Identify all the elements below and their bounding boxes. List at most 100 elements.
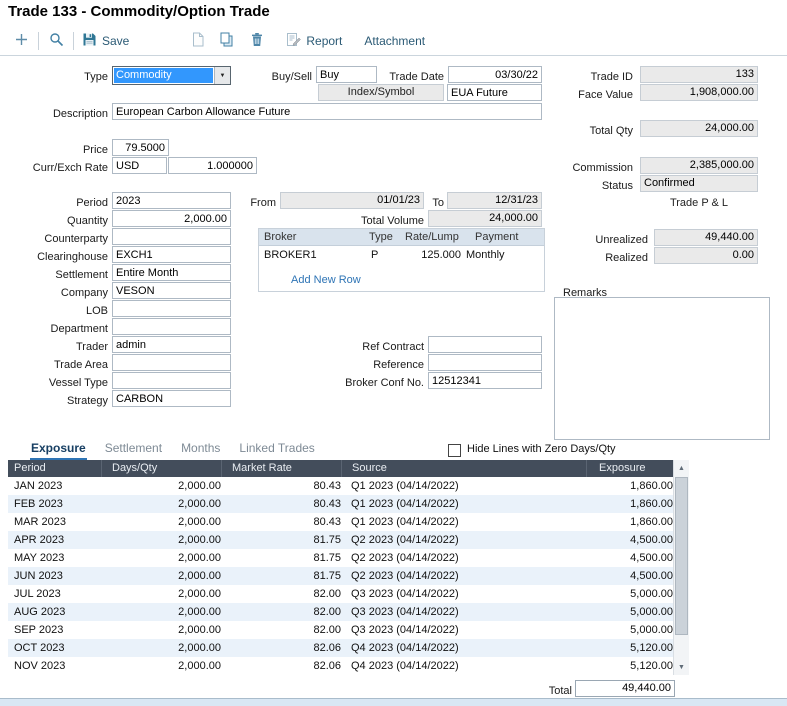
attachment-button[interactable]: Attachment	[362, 34, 427, 48]
exposure-cell-source: Q2 2023 (04/14/2022)	[351, 567, 581, 585]
remarks-textarea[interactable]	[554, 297, 770, 440]
settlement-field[interactable]	[112, 264, 231, 281]
exposure-row[interactable]: OCT 20232,000.0082.06Q4 2023 (04/14/2022…	[8, 639, 689, 657]
scroll-down-arrow-icon[interactable]: ▼	[674, 659, 689, 675]
exposure-cell-period: APR 2023	[14, 531, 100, 549]
tab-linked-trades[interactable]: Linked Trades	[238, 441, 315, 461]
exposure-cell-days: 2,000.00	[105, 567, 221, 585]
clearinghouse-field[interactable]	[112, 246, 231, 263]
ref-contract-field[interactable]	[428, 336, 542, 353]
attachment-label: Attachment	[364, 34, 425, 48]
realized-field: 0.00	[654, 247, 758, 264]
exposure-cell-source: Q3 2023 (04/14/2022)	[351, 585, 581, 603]
delete-button[interactable]	[246, 30, 268, 52]
lob-field[interactable]	[112, 300, 231, 317]
exposure-row[interactable]: MAR 20232,000.0080.43Q1 2023 (04/14/2022…	[8, 513, 689, 531]
exposure-row[interactable]: FEB 20232,000.0080.43Q1 2023 (04/14/2022…	[8, 495, 689, 513]
exposure-cell-period: MAR 2023	[14, 513, 100, 531]
broker-conf-no-field[interactable]	[428, 372, 542, 389]
report-button[interactable]: Report	[284, 32, 344, 50]
broker-column-header: Broker	[264, 229, 296, 245]
trade-form-window: Trade 133 - Commodity/Option Trade Save …	[0, 0, 787, 706]
exposure-cell-period: SEP 2023	[14, 621, 100, 639]
currency-field[interactable]	[112, 157, 167, 174]
total-qty-label: Total Qty	[560, 123, 633, 140]
trade-area-field[interactable]	[112, 354, 231, 371]
vessel-type-field[interactable]	[112, 372, 231, 389]
buy-sell-field[interactable]	[316, 66, 377, 83]
exposure-cell-rate: 81.75	[227, 567, 341, 585]
exposure-row[interactable]: MAY 20232,000.0081.75Q2 2023 (04/14/2022…	[8, 549, 689, 567]
company-field[interactable]	[112, 282, 231, 299]
exposure-cell-period: JUL 2023	[14, 585, 100, 603]
exposure-cell-exposure: 5,120.00	[568, 639, 673, 657]
exposure-cell-days: 2,000.00	[105, 549, 221, 567]
exposure-cell-exposure: 4,500.00	[568, 531, 673, 549]
index-symbol-field[interactable]	[447, 84, 542, 101]
type-label: Type	[8, 69, 108, 86]
exposure-row[interactable]: AUG 20232,000.0082.00Q3 2023 (04/14/2022…	[8, 603, 689, 621]
exposure-cell-days: 2,000.00	[105, 513, 221, 531]
new-document-button[interactable]	[187, 30, 209, 52]
price-field[interactable]	[112, 139, 169, 156]
reference-label: Reference	[340, 357, 424, 374]
rate-lump-column-header: Rate/Lump	[405, 229, 459, 245]
counterparty-field[interactable]	[112, 228, 231, 245]
exch-rate-field[interactable]	[168, 157, 257, 174]
add-new-row-link[interactable]: Add New Row	[291, 274, 361, 286]
exposure-cell-rate: 80.43	[227, 477, 341, 495]
toolbar: Save Report Attachment	[0, 27, 787, 54]
chevron-down-icon[interactable]: ▼	[214, 67, 230, 84]
strategy-field[interactable]	[112, 390, 231, 407]
exposure-cell-period: FEB 2023	[14, 495, 100, 513]
period-field[interactable]	[112, 192, 231, 209]
table-scrollbar[interactable]: ▲ ▼	[673, 460, 689, 675]
exposure-table-body: JAN 20232,000.0080.43Q1 2023 (04/14/2022…	[8, 477, 689, 675]
trader-field[interactable]	[112, 336, 231, 353]
exposure-row[interactable]: NOV 20232,000.0082.06Q4 2023 (04/14/2022…	[8, 657, 689, 675]
tab-bar: Exposure Settlement Months Linked Trades	[30, 441, 316, 461]
exposure-cell-exposure: 1,860.00	[568, 495, 673, 513]
exposure-cell-exposure: 5,000.00	[568, 621, 673, 639]
period-label: Period	[8, 195, 108, 212]
exposure-row[interactable]: SEP 20232,000.0082.00Q3 2023 (04/14/2022…	[8, 621, 689, 639]
trade-date-field[interactable]	[448, 66, 542, 83]
exposure-row[interactable]: JUL 20232,000.0082.00Q3 2023 (04/14/2022…	[8, 585, 689, 603]
quantity-field[interactable]	[112, 210, 231, 227]
exposure-row[interactable]: JUN 20232,000.0081.75Q2 2023 (04/14/2022…	[8, 567, 689, 585]
exposure-row[interactable]: APR 20232,000.0081.75Q2 2023 (04/14/2022…	[8, 531, 689, 549]
new-trade-button[interactable]	[10, 30, 32, 52]
broker-table: Broker Type Rate/Lump Payment BROKER1P12…	[258, 228, 545, 292]
reference-field[interactable]	[428, 354, 542, 371]
trade-id-field: 133	[640, 66, 758, 83]
source-column-header[interactable]: Source	[341, 460, 586, 477]
exposure-cell-source: Q3 2023 (04/14/2022)	[351, 621, 581, 639]
tab-months[interactable]: Months	[180, 441, 221, 461]
type-select[interactable]: Commodity ▼	[112, 66, 231, 85]
copy-button[interactable]	[215, 30, 237, 52]
strategy-label: Strategy	[8, 393, 108, 410]
exposure-cell-exposure: 1,860.00	[568, 513, 673, 531]
save-button[interactable]: Save	[80, 32, 131, 50]
exposure-cell-rate: 82.00	[227, 603, 341, 621]
search-button[interactable]	[45, 30, 67, 52]
tab-exposure[interactable]: Exposure	[30, 441, 87, 461]
days-qty-column-header[interactable]: Days/Qty	[101, 460, 221, 477]
tab-settlement[interactable]: Settlement	[104, 441, 163, 461]
period-column-header[interactable]: Period	[8, 460, 101, 477]
hide-zero-label: Hide Lines with Zero Days/Qty	[467, 443, 616, 455]
exposure-cell-source: Q4 2023 (04/14/2022)	[351, 657, 581, 675]
broker-row[interactable]: BROKER1P125.000Monthly	[259, 246, 544, 264]
scrollbar-thumb[interactable]	[675, 477, 688, 635]
exposure-row[interactable]: JAN 20232,000.0080.43Q1 2023 (04/14/2022…	[8, 477, 689, 495]
exposure-cell-rate: 81.75	[227, 531, 341, 549]
ref-contract-label: Ref Contract	[340, 339, 424, 356]
market-rate-column-header[interactable]: Market Rate	[221, 460, 341, 477]
hide-zero-checkbox[interactable]	[448, 444, 461, 457]
description-field[interactable]	[112, 103, 542, 120]
face-value-label: Face Value	[560, 87, 633, 104]
department-field[interactable]	[112, 318, 231, 335]
scroll-up-arrow-icon[interactable]: ▲	[674, 460, 689, 476]
report-label: Report	[306, 34, 342, 48]
exposure-column-header[interactable]: Exposure	[586, 460, 673, 477]
